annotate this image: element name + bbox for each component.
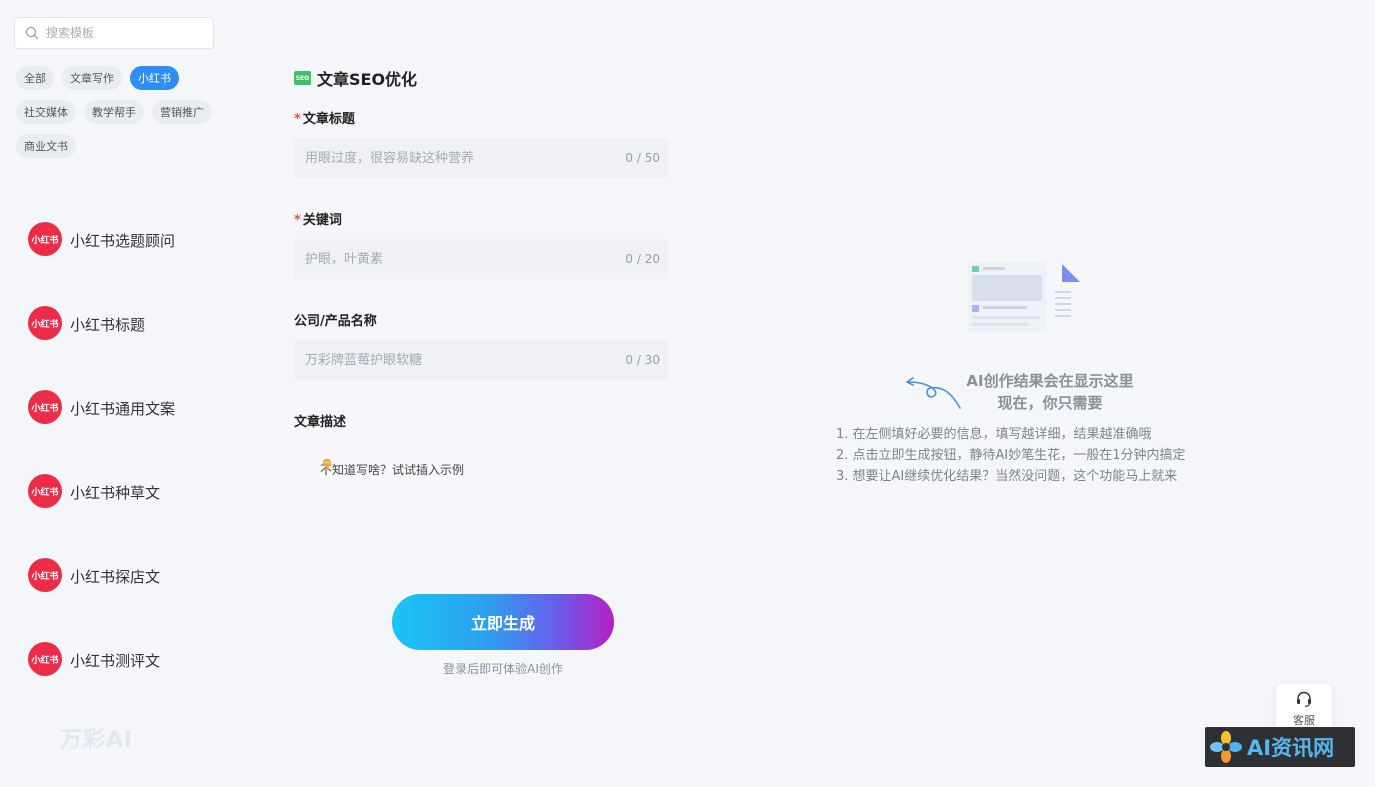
template-label: 小红书标题 (70, 316, 146, 334)
article-title-input[interactable] (305, 150, 626, 166)
required-mark: * (294, 112, 301, 127)
template-item[interactable]: 小红书 小红书通用文案 (28, 390, 223, 474)
required-mark: * (294, 213, 301, 228)
company-label: 公司/产品名称 (294, 314, 377, 329)
field-label-text: 关键词 (302, 213, 342, 228)
watermark-logo: AI资讯网 (1205, 727, 1355, 767)
watermark-text: AI资讯网 (1247, 736, 1335, 760)
seo-icon: SEO (294, 71, 311, 85)
search-icon (25, 26, 39, 40)
keywords-field[interactable]: 0 / 20 (294, 239, 668, 279)
flower-logo-icon (1210, 731, 1242, 763)
result-title-line2: 现在，你只需要 (997, 394, 1103, 412)
article-title-label: * 文章标题 (294, 108, 355, 127)
tag-xiaohongshu[interactable]: 小红书 (130, 66, 179, 90)
template-item[interactable]: 小红书 小红书种草文 (28, 474, 223, 558)
generate-button[interactable]: 立即生成 (392, 594, 614, 650)
tag-all[interactable]: 全部 (16, 66, 54, 90)
page-title: 文章SEO优化 (317, 70, 418, 89)
form-panel: SEO 文章SEO优化 *文章标题 0 / 50 *关键词 0 / 20 公司/… (272, 42, 692, 764)
description-label: 文章描述 (294, 415, 347, 430)
headset-icon (1297, 691, 1311, 707)
template-label: 小红书探店文 (70, 568, 161, 586)
template-label: 小红书选题顾问 (70, 232, 176, 250)
template-label: 小红书测评文 (70, 652, 161, 670)
xiaohongshu-logo-icon: 小红书 (28, 642, 62, 676)
template-label: 小红书种草文 (70, 484, 161, 502)
lightbulb-icon (323, 458, 331, 470)
template-item[interactable]: 小红书 小红书探店文 (28, 558, 223, 642)
company-field[interactable]: 0 / 30 (294, 340, 668, 380)
service-label: 客服 (1293, 714, 1315, 727)
tag-teaching-helper[interactable]: 教学帮手 (84, 100, 144, 124)
xiaohongshu-logo-icon: 小红书 (28, 306, 62, 340)
template-list: 小红书 小红书选题顾问 小红书 小红书标题 小红书 小红书通用文案 小红书 小红… (28, 222, 223, 726)
document-illustration-icon (968, 262, 1080, 332)
search-input[interactable] (46, 26, 196, 40)
xiaohongshu-logo-icon: 小红书 (28, 390, 62, 424)
xiaohongshu-logo-icon: 小红书 (28, 222, 62, 256)
template-item[interactable]: 小红书 小红书选题顾问 (28, 222, 223, 306)
form-header: SEO 文章SEO优化 (294, 66, 417, 90)
template-item[interactable]: 小红书 小红书标题 (28, 306, 223, 390)
tag-marketing[interactable]: 营销推广 (152, 100, 212, 124)
tag-social-media[interactable]: 社交媒体 (16, 100, 76, 124)
company-input[interactable] (305, 352, 626, 368)
tag-article-writing[interactable]: 文章写作 (62, 66, 122, 90)
search-box[interactable] (14, 17, 214, 49)
brand-logo: 万彩AI (60, 728, 134, 753)
instruction-steps: 1. 在左侧填好必要的信息，填写越详细，结果越准确哦 2. 点击立即生成按钮，静… (836, 424, 1236, 487)
step-item: 1. 在左侧填好必要的信息，填写越详细，结果越准确哦 (836, 427, 1152, 442)
step-item: 2. 点击立即生成按钮，静待AI妙笔生花，一般在1分钟内搞定 (836, 448, 1186, 463)
keywords-label: * 关键词 (294, 209, 342, 228)
result-title: AI创作结果会在显示这里 现在，你只需要 (940, 370, 1160, 414)
example-link-text: 不知道写啥？试试插入示例 (320, 462, 465, 477)
keywords-input[interactable] (305, 251, 626, 267)
char-counter: 0 / 30 (625, 353, 660, 367)
xiaohongshu-logo-icon: 小红书 (28, 474, 62, 508)
login-hint: 登录后即可体验AI创作 (443, 662, 563, 676)
category-tags: 全部 文章写作 小红书 社交媒体 教学帮手 营销推广 商业文书 (16, 66, 221, 158)
step-item: 3. 想要让AI继续优化结果？当然没问题，这个功能马上就来 (836, 469, 1178, 484)
result-title-line1: AI创作结果会在显示这里 (966, 372, 1134, 390)
article-title-field[interactable]: 0 / 50 (294, 138, 668, 178)
sidebar: 全部 文章写作 小红书 社交媒体 教学帮手 营销推广 商业文书 小红书 小红书选… (0, 0, 232, 787)
tag-business-docs[interactable]: 商业文书 (16, 134, 76, 158)
template-label: 小红书通用文案 (70, 400, 176, 418)
field-label-text: 文章标题 (302, 112, 355, 127)
template-item[interactable]: 小红书 小红书测评文 (28, 642, 223, 726)
char-counter: 0 / 20 (625, 252, 660, 266)
char-counter: 0 / 50 (625, 151, 660, 165)
xiaohongshu-logo-icon: 小红书 (28, 558, 62, 592)
